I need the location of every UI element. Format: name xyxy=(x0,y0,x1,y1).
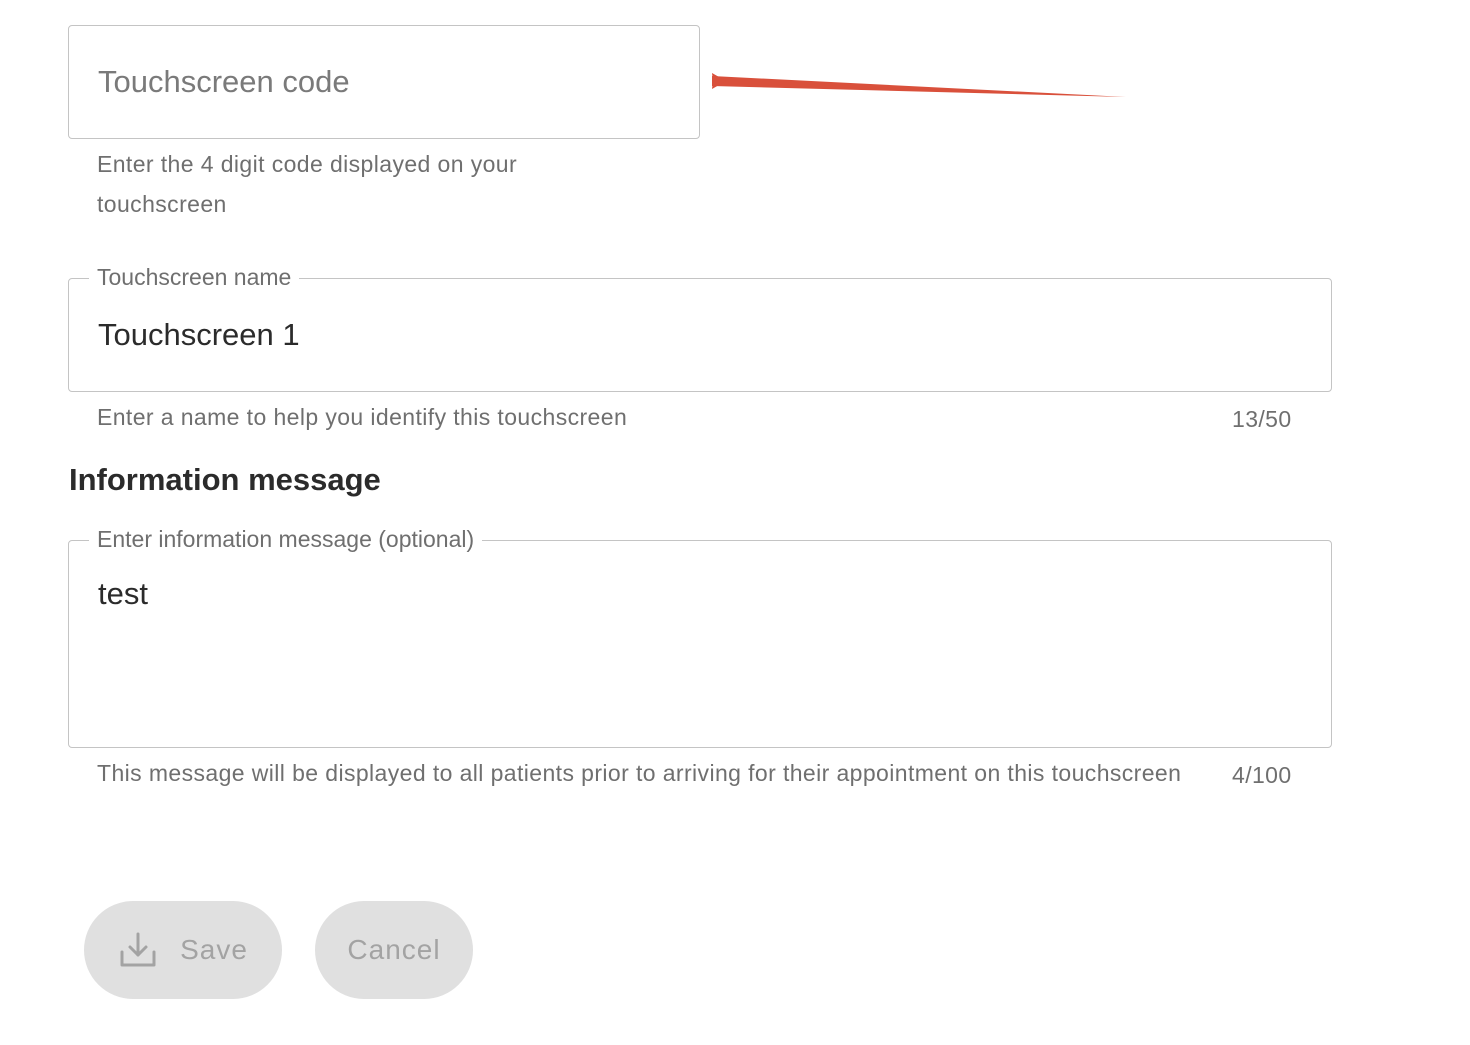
information-message-label: Enter information message (optional) xyxy=(89,528,483,551)
touchscreen-form: Enter the 4 digit code displayed on your… xyxy=(0,0,1470,1045)
information-message-field[interactable]: test xyxy=(68,540,1332,748)
annotation-arrow-icon xyxy=(712,73,1126,97)
save-button-label: Save xyxy=(180,934,248,965)
touchscreen-name-input[interactable] xyxy=(98,315,1298,355)
cancel-button[interactable]: Cancel xyxy=(315,901,473,999)
cancel-button-label: Cancel xyxy=(347,934,441,965)
download-icon xyxy=(120,932,156,967)
touchscreen-code-field[interactable] xyxy=(68,25,700,139)
touchscreen-name-label: Touchscreen name xyxy=(89,266,300,289)
touchscreen-code-input[interactable] xyxy=(98,62,678,102)
information-message-helper: This message will be displayed to all pa… xyxy=(97,760,1182,786)
touchscreen-code-helper: Enter the 4 digit code displayed on your… xyxy=(97,151,518,217)
touchscreen-name-counter: 13/50 xyxy=(1232,406,1292,432)
touchscreen-name-field[interactable] xyxy=(68,278,1332,392)
information-message-textarea[interactable]: test xyxy=(98,576,1298,726)
information-message-counter: 4/100 xyxy=(1232,762,1292,788)
information-message-title: Information message xyxy=(69,462,381,497)
touchscreen-name-helper: Enter a name to help you identify this t… xyxy=(97,404,628,430)
save-button[interactable]: Save xyxy=(84,901,282,999)
